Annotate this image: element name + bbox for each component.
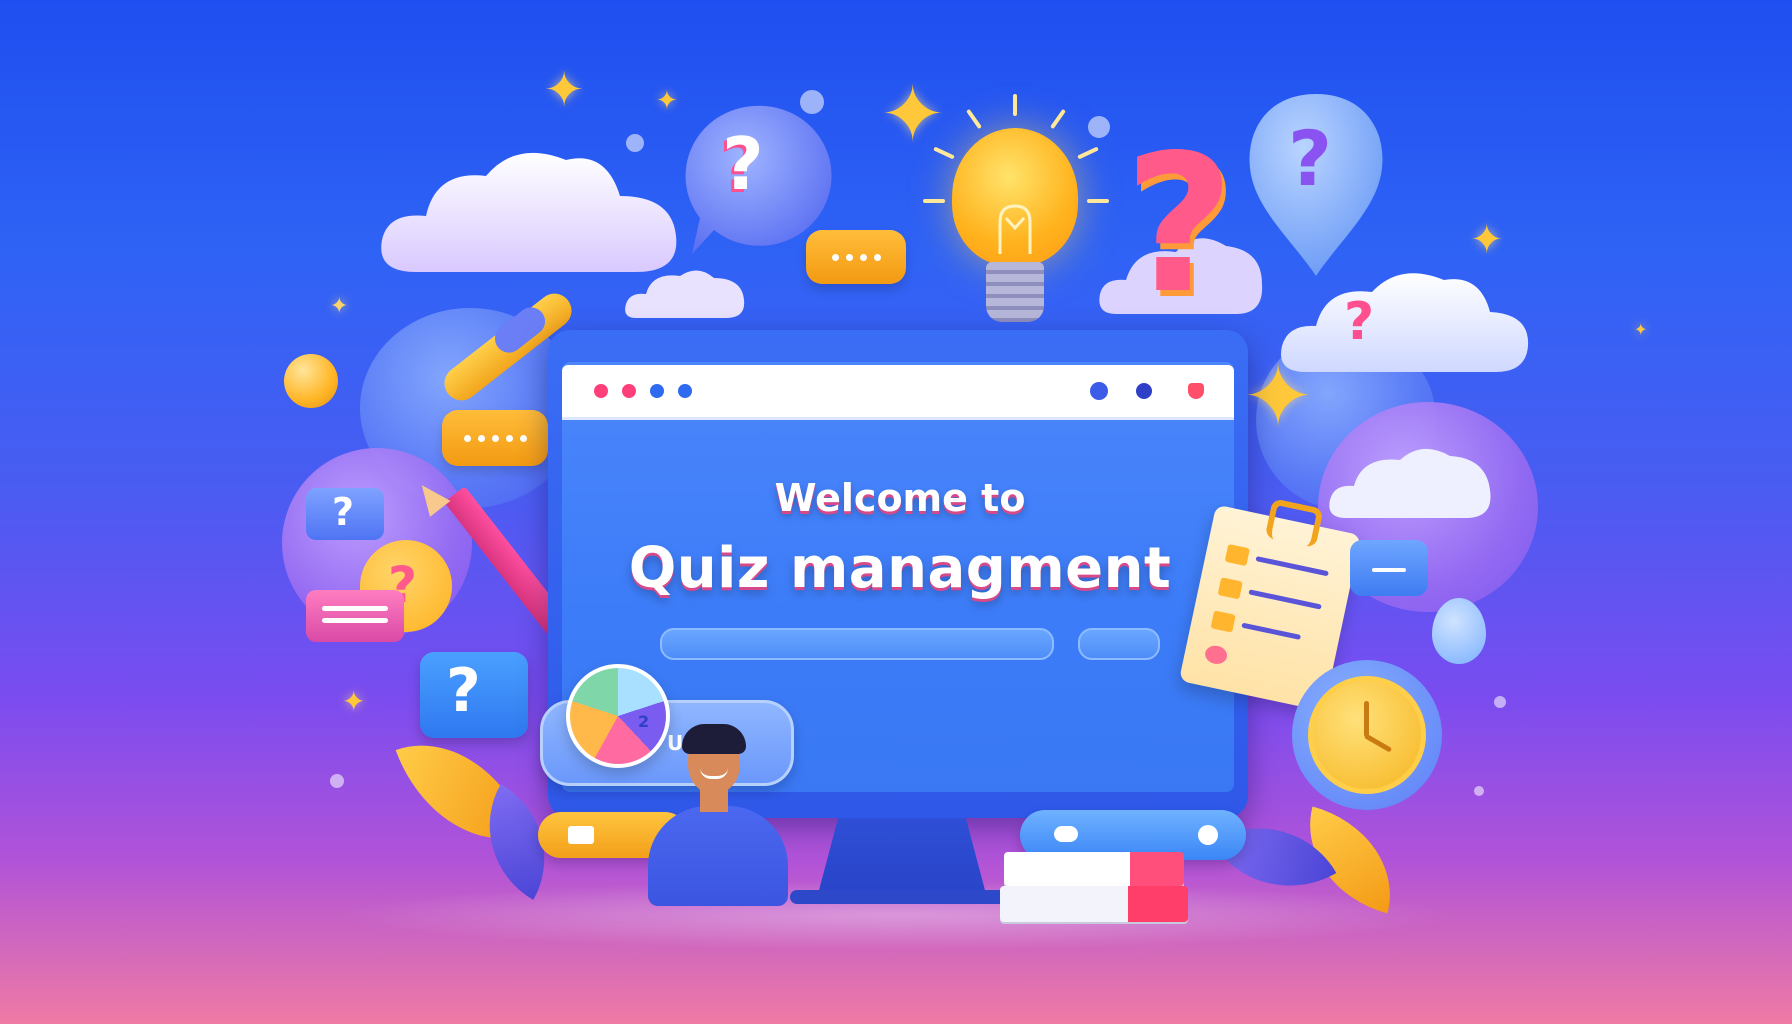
shield-icon[interactable] <box>1188 383 1204 399</box>
light-ray <box>966 108 982 130</box>
cloud-icon <box>625 270 745 318</box>
bulb-base <box>986 262 1044 322</box>
quiz-welcome-banner: ? ? ? ? ✦ ✦ ✦ ✦ ✦ ✦ ✦ ✦ ? ? ? Welcome to… <box>0 0 1792 1024</box>
orb-icon <box>284 354 338 408</box>
window-dot[interactable] <box>622 384 636 398</box>
sparkle <box>1474 786 1484 796</box>
question-mark-icon: ? <box>1344 292 1375 352</box>
search-input[interactable] <box>660 628 1054 660</box>
message-card-icon <box>306 590 404 642</box>
pie-chart-tag: 2 <box>638 712 650 731</box>
star-icon: ✦ <box>1242 347 1315 447</box>
question-mark-icon: ? <box>1124 114 1235 335</box>
clock-face <box>1308 676 1426 794</box>
message-card-icon <box>1350 540 1428 596</box>
user-icon[interactable] <box>1090 382 1108 400</box>
question-mark-icon: ? <box>722 122 764 206</box>
question-mark-icon: ? <box>446 656 481 726</box>
window-dot[interactable] <box>594 384 608 398</box>
avatar <box>648 806 788 906</box>
sparkle <box>800 90 824 114</box>
chat-bubble-icon <box>442 410 548 466</box>
star-icon: ✦ <box>1634 320 1648 339</box>
star-icon: ✦ <box>880 70 946 160</box>
star-icon: ✦ <box>330 294 349 319</box>
browser-titlebar <box>562 365 1234 420</box>
star-icon: ✦ <box>544 62 585 118</box>
light-ray <box>923 199 945 203</box>
pie-chart-icon <box>566 664 670 768</box>
sparkle <box>330 774 344 788</box>
window-dot[interactable] <box>678 384 692 398</box>
cloud-icon <box>1329 448 1491 518</box>
book-icon <box>1004 852 1184 886</box>
stats-pill-label: U <box>667 731 684 755</box>
clock-icon <box>1292 660 1442 810</box>
star-icon: ✦ <box>656 86 678 116</box>
sparkle <box>1494 696 1506 708</box>
light-ray <box>1013 94 1017 116</box>
window-dot[interactable] <box>650 384 664 398</box>
light-ray <box>1050 108 1066 130</box>
light-ray <box>1087 199 1109 203</box>
settings-icon[interactable] <box>1136 383 1152 399</box>
avatar-hair <box>682 724 746 754</box>
question-mark-icon: ? <box>332 490 355 534</box>
bulb-filament <box>998 204 1032 254</box>
app-title: Quiz managment <box>628 536 1172 601</box>
question-mark-icon: ? <box>1288 114 1333 203</box>
book-icon <box>1000 886 1188 922</box>
balloon-icon <box>1432 598 1486 664</box>
monitor-stand <box>818 818 986 894</box>
sparkle <box>1088 116 1110 138</box>
sparkle <box>626 134 644 152</box>
cloud-icon <box>381 152 677 272</box>
chat-bubble-icon <box>806 230 906 284</box>
star-icon: ✦ <box>1470 217 1504 263</box>
welcome-heading: Welcome to <box>774 476 1026 520</box>
submit-button[interactable] <box>1078 628 1160 660</box>
light-ray <box>1077 146 1099 160</box>
monitor-stand-base <box>790 890 1014 904</box>
star-icon: ✦ <box>342 685 366 718</box>
